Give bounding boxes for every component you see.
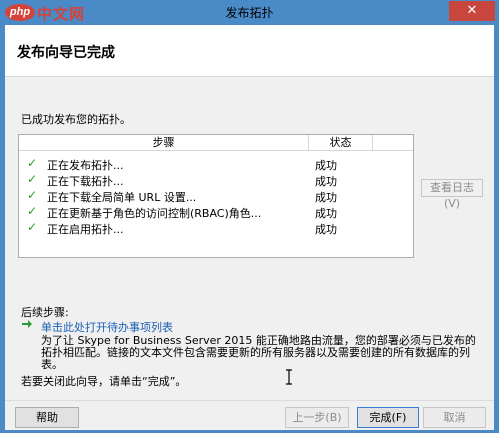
page-title: 发布向导已完成 <box>17 45 115 61</box>
finish-button[interactable]: 完成(F) <box>357 407 419 428</box>
title-bar: php 中文网 发布拓扑 ✕ <box>1 1 498 25</box>
view-log-button[interactable]: 查看日志(V) <box>421 179 483 210</box>
window-title: 发布拓扑 <box>225 6 274 20</box>
todo-list-link[interactable]: 单击此处打开待办事项列表 <box>41 319 173 335</box>
step-label: 正在启用拓扑... <box>47 223 124 236</box>
table-row: ✓ 正在下载全局简单 URL 设置... 成功 <box>19 187 413 204</box>
wizard-client-area: 发布向导已完成 已成功发布您的拓扑。 步骤 状态 ✓ 正在发布拓扑... 成功 … <box>5 25 494 430</box>
arrow-right-icon <box>22 320 32 328</box>
wizard-header: 发布向导已完成 <box>5 25 494 77</box>
back-button[interactable]: 上一步(B) <box>285 407 349 428</box>
check-icon: ✓ <box>27 204 38 218</box>
cancel-button[interactable]: 取消 <box>423 407 486 428</box>
close-hint-text: 若要关闭此向导，请单击“完成”。 <box>21 375 187 388</box>
check-icon: ✓ <box>27 172 38 186</box>
mouse-cursor-icon <box>286 369 292 385</box>
next-steps-description: 为了让 Skype for Business Server 2015 能正确地路… <box>41 334 476 371</box>
footer-divider <box>5 400 494 401</box>
help-button[interactable]: 帮助 <box>15 407 79 428</box>
column-header-filler <box>373 135 413 151</box>
check-icon: ✓ <box>27 188 38 202</box>
table-row: ✓ 正在下载拓扑... 成功 <box>19 171 413 188</box>
column-header-step[interactable]: 步骤 <box>19 135 309 151</box>
table-row: ✓ 正在发布拓扑... 成功 <box>19 155 413 172</box>
steps-table: 步骤 状态 ✓ 正在发布拓扑... 成功 ✓ 正在下载拓扑... 成功 ✓ 正在… <box>18 134 414 258</box>
check-icon: ✓ <box>27 220 38 234</box>
close-button[interactable]: ✕ <box>449 1 495 21</box>
check-icon: ✓ <box>27 156 38 170</box>
table-row: ✓ 正在启用拓扑... 成功 <box>19 219 413 236</box>
table-row: ✓ 正在更新基于角色的访问控制(RBAC)角色... 成功 <box>19 203 413 220</box>
wizard-window: php 中文网 发布拓扑 ✕ 发布向导已完成 已成功发布您的拓扑。 步骤 状态 … <box>0 0 499 433</box>
result-status-text: 已成功发布您的拓扑。 <box>21 113 131 126</box>
column-header-status[interactable]: 状态 <box>309 135 373 151</box>
step-status: 成功 <box>315 223 337 236</box>
wizard-content: 已成功发布您的拓扑。 步骤 状态 ✓ 正在发布拓扑... 成功 ✓ 正在下载拓扑… <box>5 78 494 430</box>
